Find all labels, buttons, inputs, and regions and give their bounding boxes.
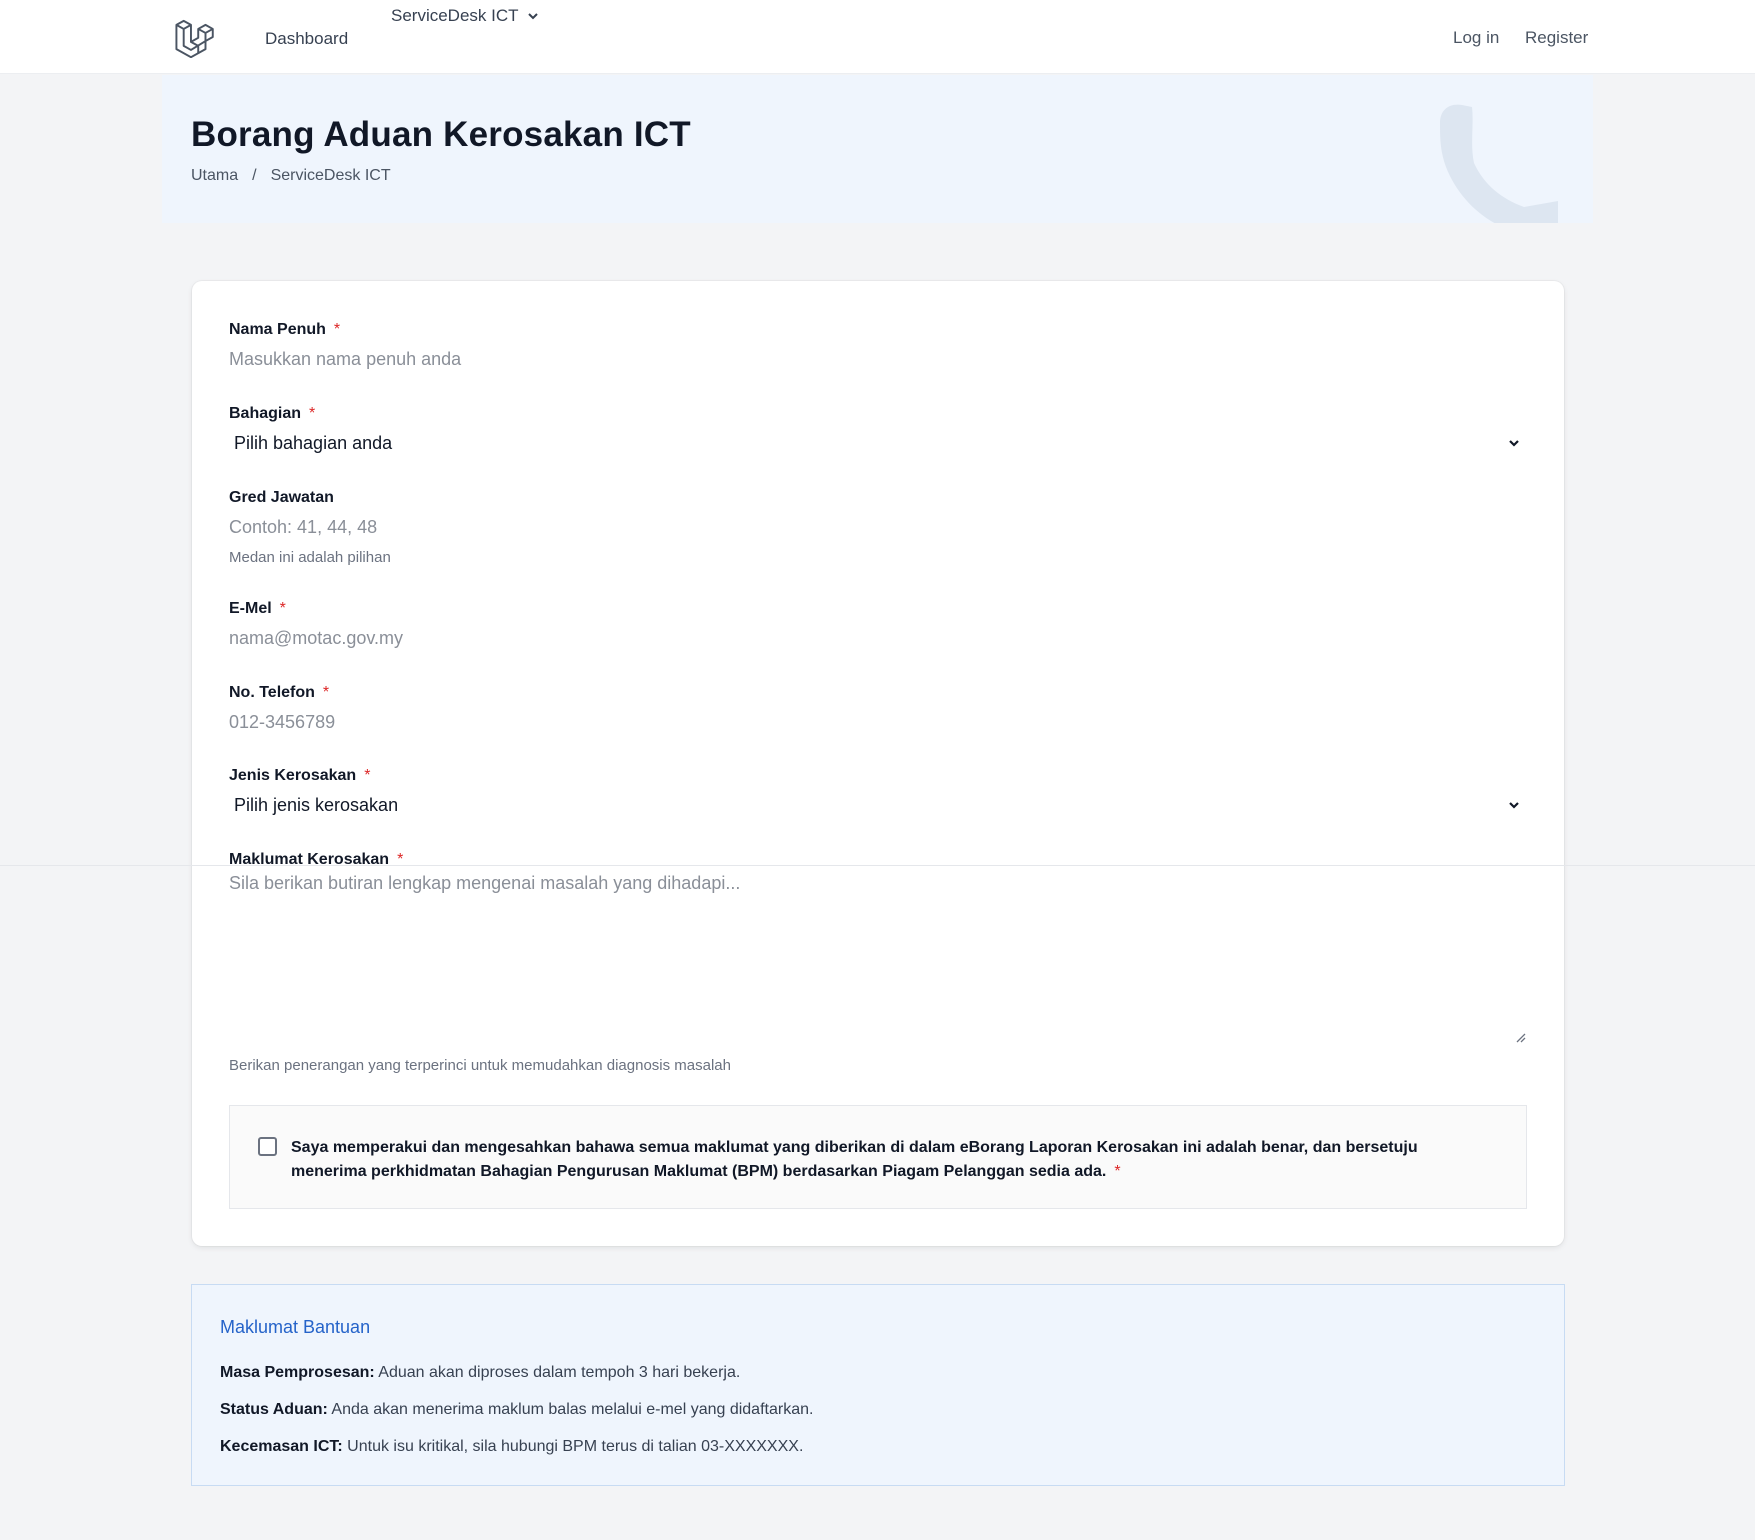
consent-checkbox[interactable] — [258, 1137, 277, 1156]
gred-label: Gred Jawatan — [229, 489, 334, 506]
bahagian-selected-value: Pilih bahagian anda — [234, 432, 393, 453]
help-line-status: Status Aduan: Anda akan menerima maklum … — [220, 1401, 813, 1419]
laravel-logo-icon[interactable] — [174, 16, 216, 58]
bahagian-select[interactable]: Pilih bahagian anda — [229, 429, 1529, 457]
register-link[interactable]: Register — [1525, 28, 1588, 48]
telefon-label-text: No. Telefon — [229, 684, 315, 701]
nama-label: Nama Penuh * — [229, 321, 340, 339]
help-line-text: Anda akan menerima maklum balas melalui … — [331, 1401, 814, 1418]
bahagian-label-text: Bahagian — [229, 405, 302, 422]
help-line-label: Status Aduan: — [220, 1401, 328, 1418]
breadcrumb-home[interactable]: Utama — [191, 167, 238, 185]
jenis-label-text: Jenis Kerosakan — [229, 767, 357, 784]
phone-input[interactable] — [229, 712, 1529, 733]
viewport-divider — [0, 865, 1755, 866]
bahagian-label: Bahagian * — [229, 405, 315, 423]
resize-grip-icon[interactable] — [1514, 1031, 1526, 1043]
login-link[interactable]: Log in — [1453, 28, 1499, 48]
required-mark: * — [333, 321, 341, 338]
required-mark: * — [1114, 1163, 1121, 1180]
required-mark: * — [309, 405, 316, 422]
nama-label-text: Nama Penuh — [229, 321, 326, 338]
nav-servicedesk-dropdown[interactable]: ServiceDesk ICT — [391, 6, 539, 26]
maklumat-help-text: Berikan penerangan yang terperinci untuk… — [229, 1057, 731, 1074]
required-mark: * — [279, 600, 286, 617]
gred-input[interactable] — [229, 517, 1529, 538]
emel-label: E-Mel * — [229, 600, 286, 618]
telefon-label: No. Telefon * — [229, 684, 329, 702]
chevron-down-icon — [1509, 802, 1519, 809]
gred-help-text: Medan ini adalah pilihan — [229, 549, 391, 566]
complaint-form-card: Nama Penuh * Bahagian * Pilih bahagian and… — [192, 281, 1564, 1246]
help-line-label: Kecemasan ICT: — [220, 1438, 343, 1455]
jenis-label: Jenis Kerosakan * — [229, 767, 370, 785]
maklumat-kerosakan-textarea[interactable] — [229, 873, 1529, 1033]
jenis-selected-value: Pilih jenis kerosakan — [234, 794, 399, 815]
required-mark: * — [322, 684, 330, 701]
page-title: Borang Aduan Kerosakan ICT — [191, 115, 691, 154]
nav-servicedesk-label: ServiceDesk ICT — [391, 6, 519, 25]
help-title: Maklumat Bantuan — [220, 1317, 371, 1337]
breadcrumb-separator: / — [252, 167, 257, 184]
chevron-down-icon — [527, 13, 538, 20]
phone-icon — [1440, 104, 1558, 223]
breadcrumb: Utama / ServiceDesk ICT — [191, 167, 391, 185]
required-mark: * — [364, 767, 371, 784]
consent-box: Saya memperakui dan mengesahkan bahawa s… — [229, 1105, 1527, 1209]
help-info-box: Maklumat Bantuan Masa Pemprosesan: Aduan… — [191, 1284, 1565, 1486]
consent-label-text: Saya memperakui dan mengesahkan bahawa s… — [291, 1139, 1418, 1180]
help-line-emergency: Kecemasan ICT: Untuk isu kritikal, sila … — [220, 1438, 803, 1456]
jenis-kerosakan-select[interactable]: Pilih jenis kerosakan — [229, 791, 1529, 819]
help-line-text: Aduan akan diproses dalam tempoh 3 hari … — [378, 1364, 741, 1381]
nama-input[interactable] — [229, 349, 1529, 370]
breadcrumb-current: ServiceDesk ICT — [270, 167, 391, 184]
email-input[interactable] — [229, 628, 1529, 649]
page-header-banner: Borang Aduan Kerosakan ICT Utama / Servi… — [162, 75, 1593, 223]
chevron-down-icon — [1509, 440, 1519, 447]
help-line-processing: Masa Pemprosesan: Aduan akan diproses da… — [220, 1364, 740, 1382]
nav-dashboard-link[interactable]: Dashboard — [265, 29, 348, 49]
consent-label: Saya memperakui dan mengesahkan bahawa s… — [291, 1136, 1491, 1184]
help-line-text: Untuk isu kritikal, sila hubungi BPM ter… — [347, 1438, 804, 1455]
help-line-label: Masa Pemprosesan: — [220, 1364, 375, 1381]
emel-label-text: E-Mel — [229, 600, 272, 617]
maklumat-label: Maklumat Kerosakan * — [229, 851, 403, 869]
top-navbar: Dashboard ServiceDesk ICT Log in Registe… — [0, 0, 1755, 74]
